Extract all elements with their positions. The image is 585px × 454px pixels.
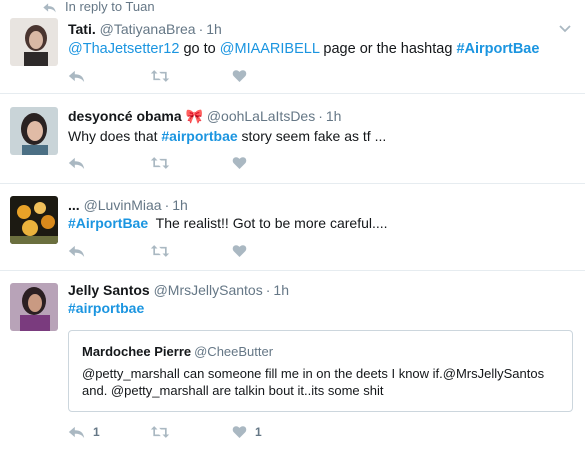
retweet-icon — [150, 425, 170, 439]
tweet-actions — [68, 153, 247, 173]
retweet-button[interactable] — [150, 69, 232, 83]
like-button[interactable] — [232, 244, 247, 258]
timestamp[interactable]: 1h — [326, 108, 342, 124]
tweet[interactable]: desyoncé obama 🎀 @oohLaLaItsDes · 1h Why d… — [0, 93, 585, 184]
separator: · — [318, 108, 323, 124]
tweet-text-fragment: The realist!! Got to be more careful.... — [148, 215, 388, 231]
user-handle[interactable]: @LuvinMiaa — [84, 197, 162, 213]
like-button[interactable]: 1 — [232, 425, 262, 439]
avatar[interactable] — [10, 107, 58, 155]
separator: · — [265, 282, 271, 298]
tweet-actions: 1 1 — [68, 422, 262, 442]
avatar[interactable] — [10, 18, 58, 66]
tweet-text: Why does that #airportbae story seem fak… — [68, 127, 386, 145]
tweet-text-fragment: page or the hashtag — [319, 41, 457, 57]
heart-icon — [232, 156, 247, 170]
quoted-tweet[interactable]: Mardochee Pierre @CheeButter @petty_marsh… — [68, 330, 573, 412]
tweet-text-fragment: story seem fake as tf ... — [237, 128, 387, 144]
tweet-header: Tati. @TatiyanaBrea · 1h — [68, 20, 222, 38]
retweet-icon — [150, 244, 170, 258]
user-handle[interactable]: @oohLaLaItsDes — [207, 108, 315, 124]
heart-icon — [232, 425, 247, 439]
display-name[interactable]: Tati. — [68, 21, 96, 37]
hashtag-link[interactable]: #AirportBae — [68, 215, 148, 231]
hashtag-link[interactable]: #AirportBae — [456, 41, 539, 57]
retweet-icon — [150, 156, 170, 170]
reply-button[interactable] — [68, 244, 150, 258]
tweet-header: Jelly Santos @MrsJellySantos · 1h — [68, 281, 289, 299]
chevron-down-icon[interactable] — [559, 25, 571, 33]
display-name[interactable]: desyoncé obama — [68, 108, 182, 124]
user-handle[interactable]: @MrsJellySantos — [154, 282, 263, 298]
retweet-button[interactable] — [150, 425, 232, 439]
reply-button[interactable] — [68, 156, 150, 170]
tweet-header: desyoncé obama 🎀 @oohLaLaItsDes · 1h — [68, 107, 341, 125]
tweet[interactable]: Tati. @TatiyanaBrea · 1h @ThaJetsetter12 g… — [0, 8, 585, 94]
avatar[interactable] — [10, 196, 58, 244]
avatar[interactable] — [10, 283, 58, 331]
timestamp[interactable]: 1h — [273, 282, 289, 298]
reply-icon — [68, 244, 85, 258]
user-handle[interactable]: @TatiyanaBrea — [100, 21, 196, 37]
quoted-display-name: Mardochee Pierre — [82, 344, 192, 359]
display-name[interactable]: Jelly Santos — [68, 282, 150, 298]
quoted-tweet-text: @petty_marshall can someone fill me in o… — [82, 366, 545, 398]
tweet-actions — [68, 241, 247, 261]
retweet-icon — [150, 69, 170, 83]
display-name[interactable]: ... — [68, 197, 80, 213]
quoted-user-handle: @CheeButter — [194, 344, 274, 359]
separator: · — [164, 197, 170, 213]
timestamp[interactable]: 1h — [172, 197, 188, 213]
reply-icon — [68, 425, 85, 439]
retweet-button[interactable] — [150, 244, 232, 258]
reply-icon — [68, 156, 85, 170]
tweet-text: @ThaJetsetter12 go to @MIAARIBELL page o… — [68, 40, 539, 58]
reply-button[interactable] — [68, 69, 150, 83]
tweet-text-fragment: Why does that — [68, 128, 162, 144]
retweet-button[interactable] — [150, 156, 232, 170]
mention-link[interactable]: @MIAARIBELL — [220, 41, 320, 57]
heart-icon — [232, 69, 247, 83]
like-count: 1 — [255, 425, 262, 439]
reply-icon — [68, 69, 85, 83]
ribbon-emoji: 🎀 — [185, 108, 203, 124]
heart-icon — [232, 244, 247, 258]
tweet-actions — [68, 66, 247, 86]
hashtag-link[interactable]: #airportbae — [161, 128, 237, 144]
tweet[interactable]: ... @LuvinMiaa · 1h #AirportBae The realis… — [0, 183, 585, 271]
tweet-text-fragment: go to — [179, 41, 220, 57]
tweet-header: ... @LuvinMiaa · 1h — [68, 196, 188, 214]
quoted-tweet-header: Mardochee Pierre @CheeButter — [82, 344, 273, 359]
timestamp[interactable]: 1h — [206, 21, 222, 37]
like-button[interactable] — [232, 69, 247, 83]
tweet[interactable]: Jelly Santos @MrsJellySantos · 1h #airport… — [0, 270, 585, 454]
reply-button[interactable]: 1 — [68, 425, 150, 439]
separator: · — [198, 21, 204, 37]
like-button[interactable] — [232, 156, 247, 170]
tweet-text: #AirportBae The realist!! Got to be more… — [68, 214, 388, 232]
hashtag-link[interactable]: #airportbae — [68, 300, 144, 316]
reply-count: 1 — [93, 425, 100, 439]
tweet-text: #airportbae — [68, 299, 144, 317]
mention-link[interactable]: @ThaJetsetter12 — [68, 41, 179, 57]
